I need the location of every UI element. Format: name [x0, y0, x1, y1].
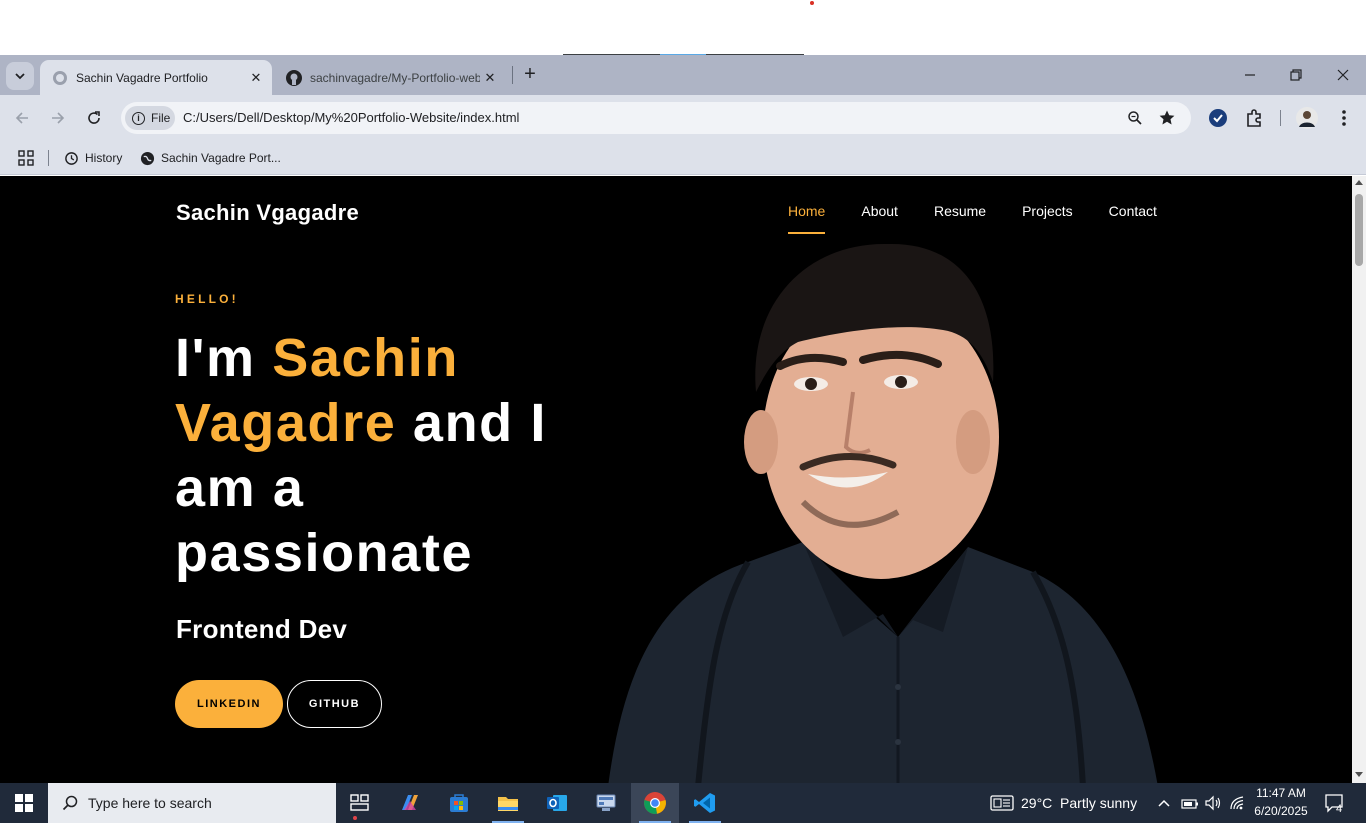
nav-about[interactable]: About — [861, 203, 898, 219]
notification-center-icon[interactable] — [1324, 793, 1346, 818]
toolbar-divider — [1280, 110, 1281, 126]
minimize-icon[interactable] — [1227, 60, 1273, 90]
globe-icon — [52, 70, 68, 86]
profile-avatar[interactable] — [1296, 107, 1318, 129]
copilot-icon[interactable] — [386, 783, 434, 823]
close-icon[interactable]: ✕ — [246, 68, 266, 88]
nav-resume[interactable]: Resume — [934, 203, 986, 219]
site-info-label: File — [151, 111, 171, 125]
hello-label: HELLO! — [175, 292, 239, 306]
tab-search-button[interactable] — [6, 62, 34, 90]
browser-toolbar: i File C:/Users/Dell/Desktop/My%20Portfo… — [0, 95, 1366, 141]
nav-home[interactable]: Home — [788, 203, 826, 234]
taskbar-search-box[interactable]: Type here to search — [48, 783, 336, 823]
scroll-down-icon[interactable] — [1355, 772, 1363, 777]
bookmarks-divider — [48, 150, 49, 166]
notification-count-badge: 4 — [1336, 803, 1343, 815]
page-scrollbar[interactable] — [1352, 176, 1366, 783]
address-bar[interactable]: i File C:/Users/Dell/Desktop/My%20Portfo… — [121, 102, 1191, 134]
zoom-icon[interactable] — [1126, 109, 1144, 127]
url-text[interactable]: C:/Users/Dell/Desktop/My%20Portfolio-Web… — [183, 110, 519, 125]
tab-divider — [512, 66, 513, 84]
chevron-down-icon — [15, 73, 25, 80]
weather-text[interactable]: 29°C Partly sunny — [1021, 795, 1137, 811]
clock-date[interactable]: 6/20/2025 — [1252, 804, 1310, 818]
github-button[interactable]: GITHUB — [287, 680, 382, 728]
bookmark-history[interactable]: History — [64, 147, 122, 169]
hero-headline: I'm Sachin Vagadre and I am a passionate — [175, 326, 615, 586]
nav-projects[interactable]: Projects — [1022, 203, 1073, 219]
site-nav: Home About Resume Projects Contact — [788, 203, 1157, 234]
back-arrow-icon[interactable] — [8, 104, 36, 132]
vscode-icon[interactable] — [681, 783, 729, 823]
file-explorer-icon[interactable] — [484, 783, 532, 823]
profile-photo — [608, 243, 1158, 783]
bookmark-star-icon[interactable] — [1158, 109, 1176, 127]
taskbar-search-placeholder: Type here to search — [88, 795, 212, 811]
new-tab-plus-icon[interactable]: + — [519, 63, 541, 85]
globe-icon — [140, 151, 155, 166]
close-icon[interactable]: ✕ — [480, 68, 500, 88]
menu-dots-icon[interactable] — [1333, 107, 1355, 129]
forward-arrow-icon[interactable] — [44, 104, 72, 132]
github-icon — [286, 69, 302, 86]
extensions-puzzle-icon[interactable] — [1243, 107, 1265, 129]
tab-github[interactable]: sachinvagadre/My-Portfolio-website ✕ — [276, 60, 506, 95]
bookmark-label: Sachin Vagadre Port... — [161, 151, 281, 165]
chrome-icon[interactable] — [631, 783, 679, 823]
linkedin-button[interactable]: LINKEDIN — [175, 680, 283, 728]
outlook-icon[interactable] — [533, 783, 581, 823]
tab-portfolio[interactable]: Sachin Vagadre Portfolio ✕ — [40, 60, 272, 95]
wifi-icon[interactable] — [1229, 795, 1247, 816]
volume-icon[interactable] — [1204, 795, 1222, 816]
bookmark-label: History — [85, 151, 123, 165]
screen-top-strip — [0, 0, 1366, 56]
site-info-chip[interactable]: i File — [125, 106, 175, 130]
page-viewport: Sachin Vgagadre Home About Resume Projec… — [0, 176, 1352, 783]
info-icon: i — [132, 111, 145, 125]
news-widget-icon[interactable] — [990, 795, 1014, 816]
history-clock-icon — [64, 151, 79, 166]
microsoft-store-icon[interactable] — [435, 783, 483, 823]
search-icon — [62, 795, 78, 811]
task-view-icon[interactable] — [336, 783, 384, 823]
reload-icon[interactable] — [80, 104, 108, 132]
tab-title: Sachin Vagadre Portfolio — [76, 70, 208, 85]
clock-time[interactable]: 11:47 AM — [1255, 786, 1307, 800]
typed-role-text: Frontend Dev — [176, 614, 348, 644]
windows-taskbar: Type here to search 29°C Partly sunny 11… — [0, 783, 1366, 823]
extension-check-icon[interactable] — [1207, 107, 1229, 129]
battery-icon[interactable] — [1181, 797, 1199, 815]
notification-dot — [353, 816, 357, 820]
tab-title: sachinvagadre/My-Portfolio-website — [310, 70, 480, 85]
apps-grid-icon[interactable] — [18, 147, 34, 169]
show-hidden-icons-chevron-icon[interactable] — [1157, 796, 1171, 814]
control-panel-icon[interactable] — [582, 783, 630, 823]
close-window-icon[interactable] — [1320, 60, 1366, 90]
site-logo[interactable]: Sachin Vgagadre — [176, 200, 359, 226]
bookmark-portfolio[interactable]: Sachin Vagadre Port... — [140, 147, 281, 169]
headline-prefix: I'm — [175, 328, 273, 388]
restore-icon[interactable] — [1273, 60, 1319, 90]
recording-indicator-dot — [810, 1, 814, 5]
bookmarks-bar: History Sachin Vagadre Port... — [0, 141, 1366, 175]
scroll-up-icon[interactable] — [1355, 180, 1363, 185]
nav-contact[interactable]: Contact — [1109, 203, 1157, 219]
scroll-thumb[interactable] — [1355, 194, 1363, 266]
browser-tab-bar: Sachin Vagadre Portfolio ✕ sachinvagadre… — [0, 55, 1366, 95]
windows-start-icon[interactable] — [0, 783, 48, 823]
